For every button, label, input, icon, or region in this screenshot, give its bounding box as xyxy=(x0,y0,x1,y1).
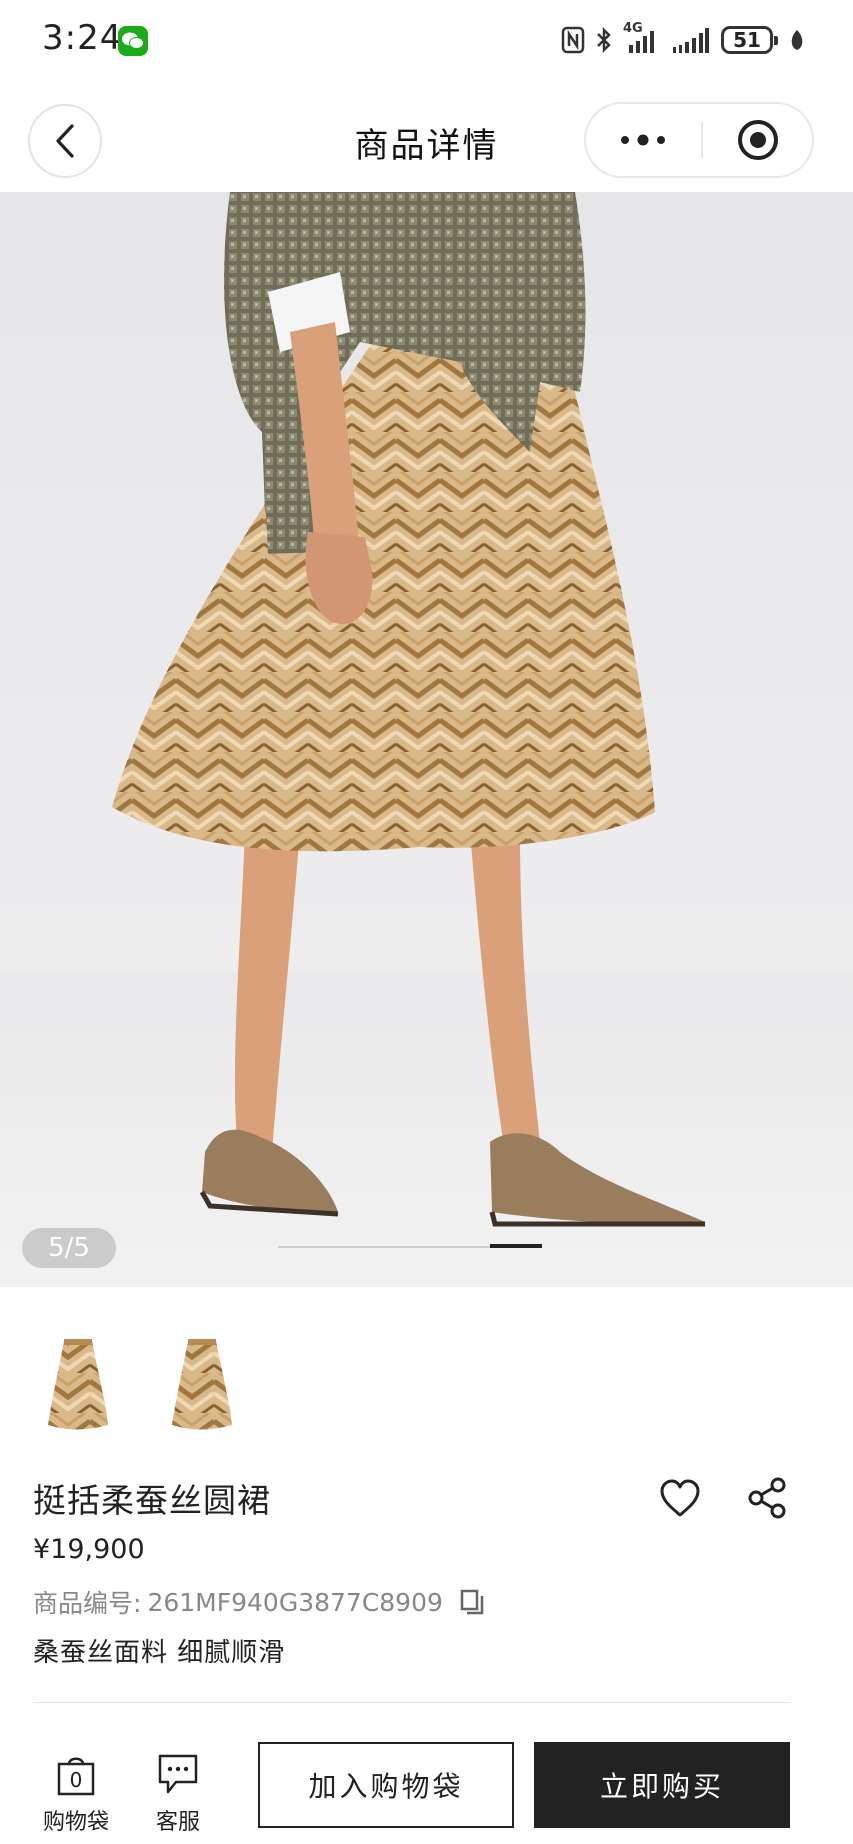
status-bar: 3:24 4G 51 xyxy=(0,0,853,80)
add-to-bag-button[interactable]: 加入购物袋 xyxy=(258,1742,514,1828)
share-icon[interactable] xyxy=(746,1476,790,1520)
customer-service-button[interactable]: 客服 xyxy=(138,1752,218,1836)
more-dots-icon xyxy=(621,134,665,146)
bluetooth-icon xyxy=(597,26,611,54)
thumbnail-strip xyxy=(28,1318,252,1448)
cellular-4g-icon: 4G xyxy=(623,21,661,55)
skirt-thumbnail-image xyxy=(172,1339,232,1430)
shopping-bag-icon: 0 xyxy=(56,1752,96,1796)
shopping-bag-button[interactable]: 0 购物袋 xyxy=(36,1752,116,1836)
divider xyxy=(33,1702,791,1703)
status-time: 3:24 xyxy=(42,18,123,58)
image-counter: 5/5 xyxy=(22,1228,116,1268)
buy-now-button[interactable]: 立即购买 xyxy=(534,1742,790,1828)
mini-program-capsule xyxy=(584,102,814,178)
customer-service-label: 客服 xyxy=(155,1810,200,1835)
product-tagline: 桑蚕丝面料 细腻顺滑 xyxy=(33,1638,286,1668)
leaf-icon xyxy=(791,30,803,50)
product-name: 挺括柔蚕丝圆裙 xyxy=(33,1481,271,1520)
chat-bubble-icon xyxy=(158,1754,198,1794)
battery-icon: 51 xyxy=(721,26,778,54)
bottom-action-bar: 0 购物袋 客服 加入购物袋 立即购买 xyxy=(0,1720,853,1844)
nfc-icon xyxy=(561,26,585,54)
nav-bar: 商品详情 xyxy=(0,90,853,190)
product-price: ¥19,900 xyxy=(33,1534,145,1565)
sku-row: 商品编号: 261MF940G3877C8909 xyxy=(33,1584,485,1620)
cellular-signal-icon xyxy=(673,28,709,53)
status-icons: 4G 51 xyxy=(561,21,805,58)
sku-value: 261MF940G3877C8909 xyxy=(147,1587,443,1617)
more-button[interactable] xyxy=(586,104,700,176)
shopping-bag-label: 购物袋 xyxy=(42,1810,109,1835)
close-mini-program-button[interactable] xyxy=(703,104,813,176)
copy-icon[interactable] xyxy=(459,1588,485,1616)
bag-count: 0 xyxy=(69,1768,83,1792)
sku-label: 商品编号: xyxy=(33,1589,142,1618)
heart-icon[interactable] xyxy=(658,1477,702,1521)
skirt-thumbnail-image xyxy=(48,1339,108,1430)
product-image[interactable] xyxy=(0,192,853,1287)
thumbnail-2[interactable] xyxy=(152,1318,252,1448)
wechat-icon xyxy=(118,26,148,56)
thumbnail-1[interactable] xyxy=(28,1318,128,1448)
target-close-icon xyxy=(738,120,778,160)
carousel-indicator xyxy=(490,1244,542,1248)
